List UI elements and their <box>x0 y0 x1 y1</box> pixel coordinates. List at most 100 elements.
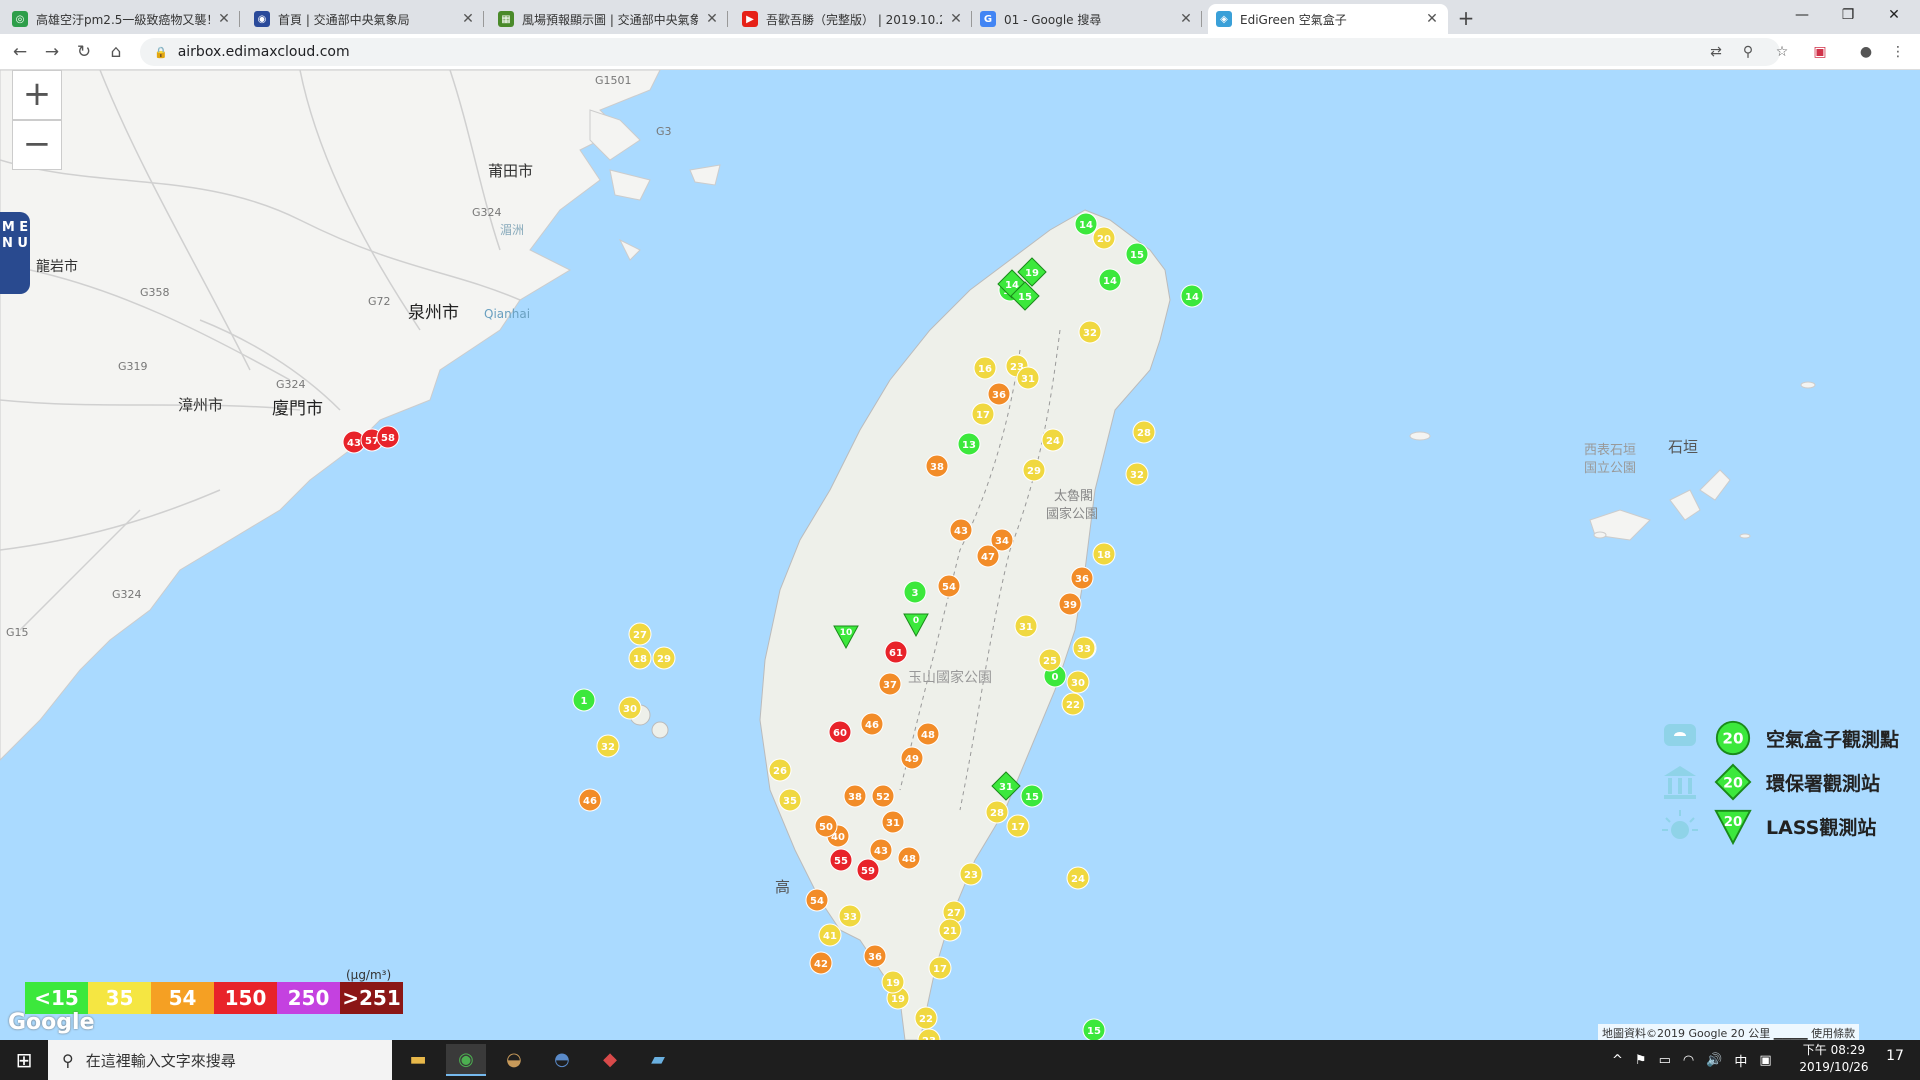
station-marker[interactable]: 17 <box>971 402 995 426</box>
station-marker[interactable]: 41 <box>818 923 842 947</box>
station-marker[interactable]: 29 <box>652 646 676 670</box>
station-marker[interactable]: 17 <box>928 956 952 980</box>
address-bar[interactable]: 🔒 airbox.edimaxcloud.com <box>140 38 1780 66</box>
station-marker[interactable]: 14 <box>1074 212 1098 236</box>
station-marker[interactable]: 35 <box>778 788 802 812</box>
station-marker[interactable]: 22 <box>914 1006 938 1030</box>
station-marker[interactable]: 42 <box>809 951 833 975</box>
station-marker[interactable]: 50 <box>814 814 838 838</box>
extension-icon[interactable]: ▣ <box>1810 42 1830 62</box>
station-marker[interactable]: 43 <box>949 518 973 542</box>
back-button[interactable]: ← <box>8 40 32 64</box>
browser-tab[interactable]: ▦ 風場預報顯示圖 | 交通部中央氣象 ✕ <box>490 4 728 34</box>
tab-close-icon[interactable]: ✕ <box>1178 11 1194 27</box>
tab-close-icon[interactable]: ✕ <box>460 11 476 27</box>
browser-tab[interactable]: ◈ EdiGreen 空氣盒子 ✕ <box>1208 4 1448 34</box>
station-marker[interactable]: 18 <box>628 646 652 670</box>
station-marker[interactable]: 39 <box>1058 592 1082 616</box>
station-marker[interactable]: 29 <box>1022 458 1046 482</box>
station-marker[interactable]: 43 <box>869 838 893 862</box>
start-button[interactable]: ⊞ <box>0 1040 48 1080</box>
tray-icon[interactable]: ^ <box>1612 1053 1623 1068</box>
translate-icon[interactable]: ⇄ <box>1706 42 1726 62</box>
taskbar-app-app-5-icon[interactable]: ◆ <box>590 1044 630 1076</box>
station-marker[interactable]: 54 <box>937 574 961 598</box>
menu-tab[interactable]: M E N U <box>0 212 30 294</box>
station-marker[interactable]: 46 <box>578 788 602 812</box>
tab-close-icon[interactable]: ✕ <box>704 11 720 27</box>
zoom-out-button[interactable]: − <box>12 120 62 170</box>
station-marker[interactable]: 26 <box>768 758 792 782</box>
station-marker[interactable]: 47 <box>976 544 1000 568</box>
zoom-icon[interactable]: ⚲ <box>1738 42 1758 62</box>
station-marker[interactable]: 25 <box>1038 648 1062 672</box>
station-marker[interactable]: 30 <box>618 696 642 720</box>
station-marker[interactable]: 13 <box>957 432 981 456</box>
station-marker[interactable]: 28 <box>985 800 1009 824</box>
taskbar-search-box[interactable]: ⚲ 在這裡輸入文字來搜尋 <box>48 1040 392 1080</box>
taskbar-app-app-4-icon[interactable]: ◓ <box>542 1044 582 1076</box>
station-marker[interactable]: 17 <box>1006 814 1030 838</box>
station-marker[interactable]: 46 <box>860 712 884 736</box>
taskbar-app-file-explorer-icon[interactable]: ▬ <box>398 1044 438 1076</box>
clock[interactable]: 下午 08:29 2019/10/26 <box>1796 1042 1872 1076</box>
station-marker[interactable]: 14 <box>1180 284 1204 308</box>
bookmark-star-icon[interactable]: ☆ <box>1772 42 1792 62</box>
browser-tab[interactable]: ▶ 吾歡吾勝（完整版） | 2019.10.2 ✕ <box>734 4 972 34</box>
station-marker[interactable]: 31 <box>1016 366 1040 390</box>
station-marker[interactable]: 30 <box>1066 670 1090 694</box>
station-marker[interactable]: 36 <box>863 944 887 968</box>
station-marker[interactable]: 18 <box>1092 542 1116 566</box>
menu-dots-icon[interactable]: ⋮ <box>1888 42 1908 62</box>
tray-icon[interactable]: ◠ <box>1683 1053 1694 1068</box>
home-button[interactable]: ⌂ <box>104 40 128 64</box>
tray-icon[interactable]: 中 <box>1734 1051 1747 1070</box>
station-marker[interactable]: 15 <box>1082 1018 1106 1040</box>
station-marker[interactable]: 60 <box>828 720 852 744</box>
profile-icon[interactable]: ● <box>1856 42 1876 62</box>
station-marker[interactable]: 32 <box>596 734 620 758</box>
station-marker[interactable]: 16 <box>973 356 997 380</box>
station-marker[interactable]: 24 <box>1066 866 1090 890</box>
station-marker[interactable]: 31 <box>881 810 905 834</box>
station-marker[interactable]: 27 <box>628 622 652 646</box>
station-marker[interactable]: 21 <box>938 918 962 942</box>
tray-icon[interactable]: 🔊 <box>1706 1053 1722 1068</box>
taskbar-app-app-6-icon[interactable]: ▰ <box>638 1044 678 1076</box>
station-marker[interactable]: 32 <box>1078 320 1102 344</box>
map-view[interactable]: G1501 G3 莆田市 G324 湄洲 龍岩市 G358 G72 泉州市 Qianhai G319… <box>0 70 1920 1040</box>
tray-icon[interactable]: ⚑ <box>1635 1053 1647 1068</box>
station-marker[interactable]: 28 <box>1132 420 1156 444</box>
station-marker[interactable]: 32 <box>1125 462 1149 486</box>
station-marker[interactable]: 15 <box>1020 784 1044 808</box>
map-canvas[interactable]: G1501G3莆田市G324湄洲龍岩市G358G72泉州市 QianhaiG319… <box>0 70 1920 1040</box>
browser-tab[interactable]: G 01 - Google 搜尋 ✕ <box>972 4 1202 34</box>
station-marker[interactable]: 31 <box>1014 614 1038 638</box>
taskbar-app-chrome-icon[interactable]: ◉ <box>446 1044 486 1076</box>
station-marker[interactable]: 14 <box>1098 268 1122 292</box>
station-marker[interactable]: 33 <box>1072 636 1096 660</box>
forward-button[interactable]: → <box>40 40 64 64</box>
station-marker[interactable]: 3 <box>903 580 927 604</box>
zoom-in-button[interactable]: + <box>12 70 62 120</box>
station-marker[interactable]: 38 <box>925 454 949 478</box>
tray-icon[interactable]: ▭ <box>1659 1053 1671 1068</box>
station-marker[interactable]: 36 <box>1070 566 1094 590</box>
station-marker[interactable]: 15 <box>1125 242 1149 266</box>
tab-close-icon[interactable]: ✕ <box>948 11 964 27</box>
tab-close-icon[interactable]: ✕ <box>1424 11 1440 27</box>
taskbar-app-app-3-icon[interactable]: ◒ <box>494 1044 534 1076</box>
tab-close-icon[interactable]: ✕ <box>216 11 232 27</box>
reload-button[interactable]: ↻ <box>72 40 96 64</box>
station-marker[interactable]: 22 <box>1061 692 1085 716</box>
station-marker[interactable]: 23 <box>959 862 983 886</box>
maximize-button[interactable]: ❐ <box>1826 2 1870 28</box>
station-marker[interactable]: 52 <box>871 784 895 808</box>
tray-icon[interactable]: ▣ <box>1759 1053 1771 1068</box>
station-marker[interactable]: 1 <box>572 688 596 712</box>
station-marker[interactable]: 48 <box>916 722 940 746</box>
station-marker[interactable]: 38 <box>843 784 867 808</box>
notification-center-button[interactable]: 17 <box>1880 1048 1910 1072</box>
station-marker[interactable]: 24 <box>1041 428 1065 452</box>
close-window-button[interactable]: ✕ <box>1872 2 1916 28</box>
